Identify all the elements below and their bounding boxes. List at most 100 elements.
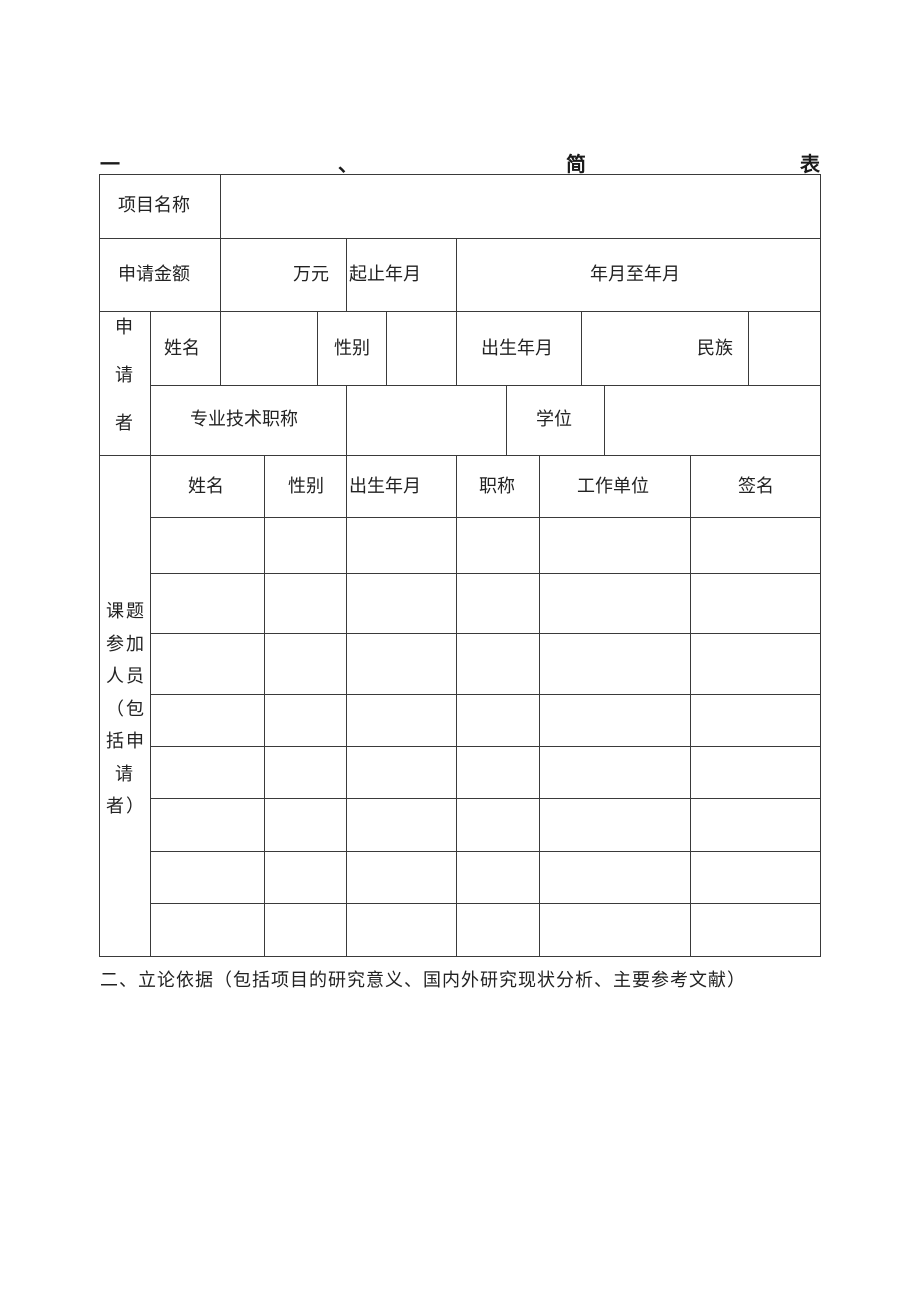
members-cell[interactable] xyxy=(458,635,537,692)
members-cell[interactable] xyxy=(266,800,344,849)
members-cell[interactable] xyxy=(541,575,688,631)
members-cell[interactable] xyxy=(692,905,819,954)
applicant-side-char: 者 xyxy=(115,413,133,434)
members-cell[interactable] xyxy=(152,519,262,571)
applicant-degree-field[interactable] xyxy=(606,387,818,453)
row-divider xyxy=(150,385,821,386)
row-divider xyxy=(150,633,821,634)
members-cell[interactable] xyxy=(541,696,688,744)
members-cell[interactable] xyxy=(541,748,688,796)
project-name-field[interactable] xyxy=(222,176,818,236)
members-cell[interactable] xyxy=(348,853,454,901)
col-divider xyxy=(346,455,347,956)
members-cell[interactable] xyxy=(266,853,344,901)
amount-field[interactable] xyxy=(222,240,292,308)
members-column-header: 姓名 xyxy=(188,476,224,497)
members-cell[interactable] xyxy=(541,800,688,849)
applicant-ethnicity-label: 民族 xyxy=(697,338,733,359)
applicant-side-label: 申 请 者 xyxy=(113,312,135,440)
members-cell[interactable] xyxy=(266,575,344,631)
members-cell[interactable] xyxy=(348,575,454,631)
applicant-birth-label: 出生年月 xyxy=(481,338,553,359)
members-cell[interactable] xyxy=(152,575,262,631)
members-cell[interactable] xyxy=(152,800,262,849)
col-divider xyxy=(264,455,265,956)
period-value[interactable]: 年月至年月 xyxy=(590,265,680,285)
row-divider xyxy=(150,798,821,799)
applicant-name-label: 姓名 xyxy=(164,338,200,359)
members-cell[interactable] xyxy=(692,575,819,631)
members-cell[interactable] xyxy=(348,800,454,849)
members-cell[interactable] xyxy=(541,519,688,571)
members-cell[interactable] xyxy=(152,905,262,954)
heading-char-4: 表 xyxy=(800,152,820,176)
members-cell[interactable] xyxy=(541,905,688,954)
col-divider xyxy=(386,311,387,385)
members-cell[interactable] xyxy=(348,635,454,692)
members-cell[interactable] xyxy=(458,853,537,901)
members-cell[interactable] xyxy=(541,635,688,692)
row-divider xyxy=(150,851,821,852)
members-cell[interactable] xyxy=(152,853,262,901)
members-cell[interactable] xyxy=(458,575,537,631)
members-column-header: 职称 xyxy=(479,476,515,497)
members-side-line: 者） xyxy=(106,796,146,817)
members-cell[interactable] xyxy=(266,748,344,796)
members-cell[interactable] xyxy=(541,853,688,901)
applicant-title-field[interactable] xyxy=(348,387,504,453)
col-divider xyxy=(220,174,221,311)
members-side-line: （包 xyxy=(106,698,146,720)
col-divider xyxy=(317,311,318,385)
col-divider xyxy=(690,455,691,956)
row-divider xyxy=(150,903,821,904)
row-divider xyxy=(150,694,821,695)
members-cell[interactable] xyxy=(348,748,454,796)
applicant-title-label: 专业技术职称 xyxy=(190,409,298,430)
members-cell[interactable] xyxy=(692,853,819,901)
members-cell[interactable] xyxy=(152,696,262,744)
col-divider xyxy=(506,385,507,455)
members-cell[interactable] xyxy=(152,635,262,692)
members-cell[interactable] xyxy=(692,800,819,849)
members-cell[interactable] xyxy=(266,696,344,744)
members-side-line: 参加 xyxy=(106,633,146,655)
members-cell[interactable] xyxy=(348,696,454,744)
applicant-side-char: 申 xyxy=(115,317,133,338)
members-cell[interactable] xyxy=(458,696,537,744)
members-cell[interactable] xyxy=(458,748,537,796)
members-side-line: 请 xyxy=(115,763,135,785)
applicant-gender-label: 性别 xyxy=(334,338,370,359)
members-cell[interactable] xyxy=(692,696,819,744)
members-side-line: 括申 xyxy=(106,731,146,752)
members-cell[interactable] xyxy=(692,635,819,692)
col-divider xyxy=(456,455,457,956)
members-cell[interactable] xyxy=(348,519,454,571)
members-cell[interactable] xyxy=(692,519,819,571)
col-divider xyxy=(456,238,457,311)
members-cell[interactable] xyxy=(266,519,344,571)
applicant-degree-label: 学位 xyxy=(536,409,572,430)
members-cell[interactable] xyxy=(152,748,262,796)
members-cell[interactable] xyxy=(266,635,344,692)
members-cell[interactable] xyxy=(458,519,537,571)
members-cell[interactable] xyxy=(458,800,537,849)
members-cell[interactable] xyxy=(348,905,454,954)
members-column-header: 性别 xyxy=(288,476,324,497)
applicant-ethnicity-field[interactable] xyxy=(750,313,818,383)
heading-char-2: 、 xyxy=(338,152,358,176)
members-side-label: 课题 参加 人员 （包 括申 请 者） xyxy=(106,596,146,824)
col-divider xyxy=(456,311,457,385)
members-side-line: 人员 xyxy=(106,666,146,687)
members-column-header: 工作单位 xyxy=(577,476,649,497)
col-divider xyxy=(346,385,347,455)
col-divider xyxy=(220,311,221,385)
section-2-heading: 二、立论依据（包括项目的研究意义、国内外研究现状分析、主要参考文献） xyxy=(100,970,746,991)
applicant-gender-field[interactable] xyxy=(388,313,454,383)
members-cell[interactable] xyxy=(266,905,344,954)
members-cell[interactable] xyxy=(692,748,819,796)
members-cell[interactable] xyxy=(458,905,537,954)
applicant-name-field[interactable] xyxy=(222,313,315,383)
applicant-birth-field[interactable] xyxy=(583,313,683,383)
heading-char-3: 简 xyxy=(566,152,586,176)
col-divider xyxy=(346,238,347,311)
